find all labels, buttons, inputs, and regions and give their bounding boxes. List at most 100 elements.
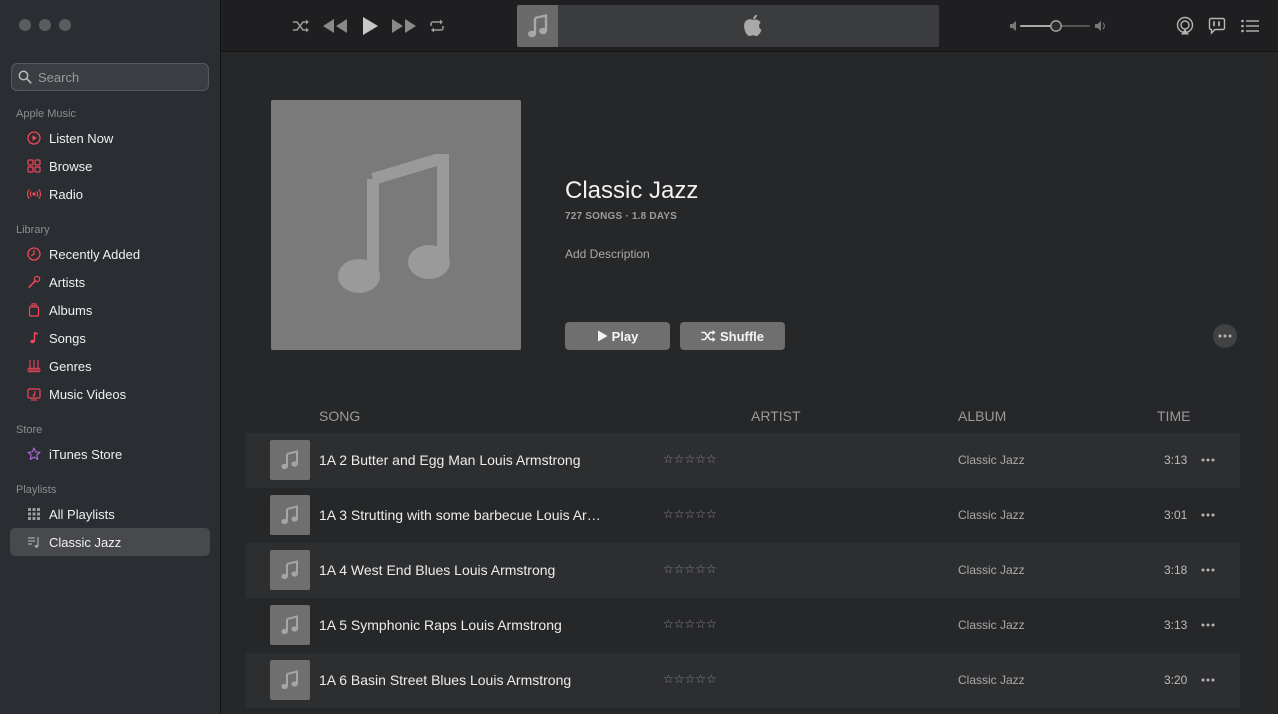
music-note-icon bbox=[281, 505, 298, 525]
rating-stars[interactable]: ☆☆☆☆☆ bbox=[663, 562, 717, 576]
more-options-button[interactable] bbox=[1213, 324, 1237, 348]
sidebar-item-label: iTunes Store bbox=[49, 446, 123, 462]
music-note-icon bbox=[527, 14, 547, 38]
sidebar-item-all-playlists[interactable]: All Playlists bbox=[10, 500, 210, 528]
now-playing-artwork bbox=[517, 5, 558, 47]
radio-waves-icon bbox=[27, 187, 41, 201]
music-note-icon bbox=[281, 560, 298, 580]
play-button-label: Play bbox=[611, 328, 639, 344]
track-artwork bbox=[270, 660, 310, 700]
table-row[interactable]: 1A 4 West End Blues Louis Armstrong ☆☆☆☆… bbox=[246, 543, 1240, 598]
playlist-artwork bbox=[271, 100, 521, 350]
sidebar-item-label: Genres bbox=[49, 358, 92, 374]
now-playing-display[interactable] bbox=[517, 5, 939, 47]
close-window-button[interactable] bbox=[19, 19, 31, 31]
sidebar-item-label: Listen Now bbox=[49, 130, 114, 146]
track-album: Classic Jazz bbox=[958, 563, 1025, 577]
section-label-library: Library bbox=[16, 224, 50, 236]
sidebar-item-music-videos[interactable]: Music Videos bbox=[10, 380, 210, 408]
ellipsis-icon[interactable] bbox=[1200, 508, 1216, 522]
track-time: 3:01 bbox=[1164, 508, 1188, 522]
sidebar-item-listen-now[interactable]: Listen Now bbox=[10, 124, 210, 152]
ellipsis-icon bbox=[1218, 334, 1232, 338]
ellipsis-icon[interactable] bbox=[1200, 618, 1216, 632]
sidebar-item-artists[interactable]: Artists bbox=[10, 268, 210, 296]
table-row[interactable]: 1A 2 Butter and Egg Man Louis Armstrong … bbox=[246, 433, 1240, 488]
sidebar-item-label: Music Videos bbox=[49, 386, 127, 402]
column-header-album[interactable]: ALBUM bbox=[958, 408, 1006, 424]
music-note-icon bbox=[27, 331, 41, 345]
video-screen-icon bbox=[27, 387, 41, 401]
track-album: Classic Jazz bbox=[958, 673, 1025, 687]
sidebar: Apple Music Listen Now Browse Radio Libr… bbox=[0, 0, 221, 714]
music-note-icon bbox=[338, 154, 450, 293]
sidebar-item-songs[interactable]: Songs bbox=[10, 324, 210, 352]
star-icon bbox=[27, 447, 41, 461]
sidebar-item-browse[interactable]: Browse bbox=[10, 152, 210, 180]
table-row[interactable]: 1A 5 Symphonic Raps Louis Armstrong ☆☆☆☆… bbox=[246, 598, 1240, 653]
guitars-icon bbox=[27, 359, 41, 373]
minimize-window-button[interactable] bbox=[39, 19, 51, 31]
play-circle-icon bbox=[27, 131, 41, 145]
rating-stars[interactable]: ☆☆☆☆☆ bbox=[663, 617, 717, 631]
playlist-icon bbox=[27, 535, 41, 549]
track-artwork bbox=[270, 605, 310, 645]
table-row[interactable]: 1A 3 Strutting with some barbecue Louis … bbox=[246, 488, 1240, 543]
search-input[interactable] bbox=[38, 69, 198, 85]
sidebar-item-label: Albums bbox=[49, 302, 93, 318]
sidebar-item-radio[interactable]: Radio bbox=[10, 180, 210, 208]
playlist-title: Classic Jazz bbox=[565, 177, 699, 204]
sidebar-item-label: Classic Jazz bbox=[49, 534, 122, 550]
shuffle-icon[interactable] bbox=[291, 17, 311, 35]
track-artwork bbox=[270, 440, 310, 480]
table-row[interactable]: 1A 6 Basin Street Blues Louis Armstrong … bbox=[246, 653, 1240, 708]
shuffle-icon bbox=[701, 330, 716, 342]
track-time: 3:18 bbox=[1164, 563, 1188, 577]
repeat-icon[interactable] bbox=[427, 17, 447, 35]
dot-grid-icon bbox=[27, 507, 41, 521]
up-next-list-icon[interactable] bbox=[1239, 16, 1261, 36]
section-label-playlists: Playlists bbox=[16, 484, 57, 496]
ellipsis-icon[interactable] bbox=[1200, 563, 1216, 577]
next-track-icon[interactable] bbox=[390, 16, 418, 36]
volume-slider[interactable] bbox=[1009, 18, 1107, 34]
track-title: 1A 4 West End Blues Louis Armstrong bbox=[319, 562, 556, 578]
sidebar-item-albums[interactable]: Albums bbox=[10, 296, 210, 324]
sidebar-item-genres[interactable]: Genres bbox=[10, 352, 210, 380]
ellipsis-icon[interactable] bbox=[1200, 673, 1216, 687]
shuffle-button-label: Shuffle bbox=[719, 328, 765, 344]
track-title: 1A 3 Strutting with some barbecue Louis … bbox=[319, 507, 607, 523]
column-header-song[interactable]: SONG bbox=[319, 408, 360, 424]
sidebar-item-classic-jazz[interactable]: Classic Jazz bbox=[10, 528, 210, 556]
airplay-icon[interactable] bbox=[1174, 16, 1196, 36]
section-label-store: Store bbox=[16, 424, 43, 436]
sidebar-item-label: Artists bbox=[49, 274, 86, 290]
zoom-window-button[interactable] bbox=[59, 19, 71, 31]
lyrics-icon[interactable] bbox=[1206, 16, 1228, 36]
sidebar-item-label: All Playlists bbox=[49, 506, 115, 522]
play-button[interactable]: Play bbox=[565, 322, 670, 350]
track-artwork bbox=[270, 550, 310, 590]
column-header-time[interactable]: TIME bbox=[1157, 408, 1190, 424]
previous-track-icon[interactable] bbox=[321, 16, 349, 36]
track-album: Classic Jazz bbox=[958, 453, 1025, 467]
shuffle-button[interactable]: Shuffle bbox=[680, 322, 785, 350]
sidebar-item-label: Recently Added bbox=[49, 246, 141, 262]
rating-stars[interactable]: ☆☆☆☆☆ bbox=[663, 672, 717, 686]
section-label-apple-music: Apple Music bbox=[16, 108, 76, 120]
sidebar-item-itunes-store[interactable]: iTunes Store bbox=[10, 440, 210, 468]
track-time: 3:13 bbox=[1164, 453, 1188, 467]
play-icon[interactable] bbox=[359, 15, 381, 37]
track-title: 1A 6 Basin Street Blues Louis Armstrong bbox=[319, 672, 572, 688]
ellipsis-icon[interactable] bbox=[1200, 453, 1216, 467]
search-field[interactable] bbox=[11, 63, 209, 91]
add-description-link[interactable]: Add Description bbox=[565, 247, 650, 261]
rating-stars[interactable]: ☆☆☆☆☆ bbox=[663, 452, 717, 466]
music-note-icon bbox=[281, 615, 298, 635]
column-header-artist[interactable]: ARTIST bbox=[751, 408, 801, 424]
sidebar-item-recently-added[interactable]: Recently Added bbox=[10, 240, 210, 268]
album-stack-icon bbox=[27, 303, 41, 317]
rating-stars[interactable]: ☆☆☆☆☆ bbox=[663, 507, 717, 521]
sidebar-item-label: Songs bbox=[49, 330, 86, 346]
main-content: Classic Jazz 727 SONGS · 1.8 DAYS Add De… bbox=[221, 0, 1278, 714]
